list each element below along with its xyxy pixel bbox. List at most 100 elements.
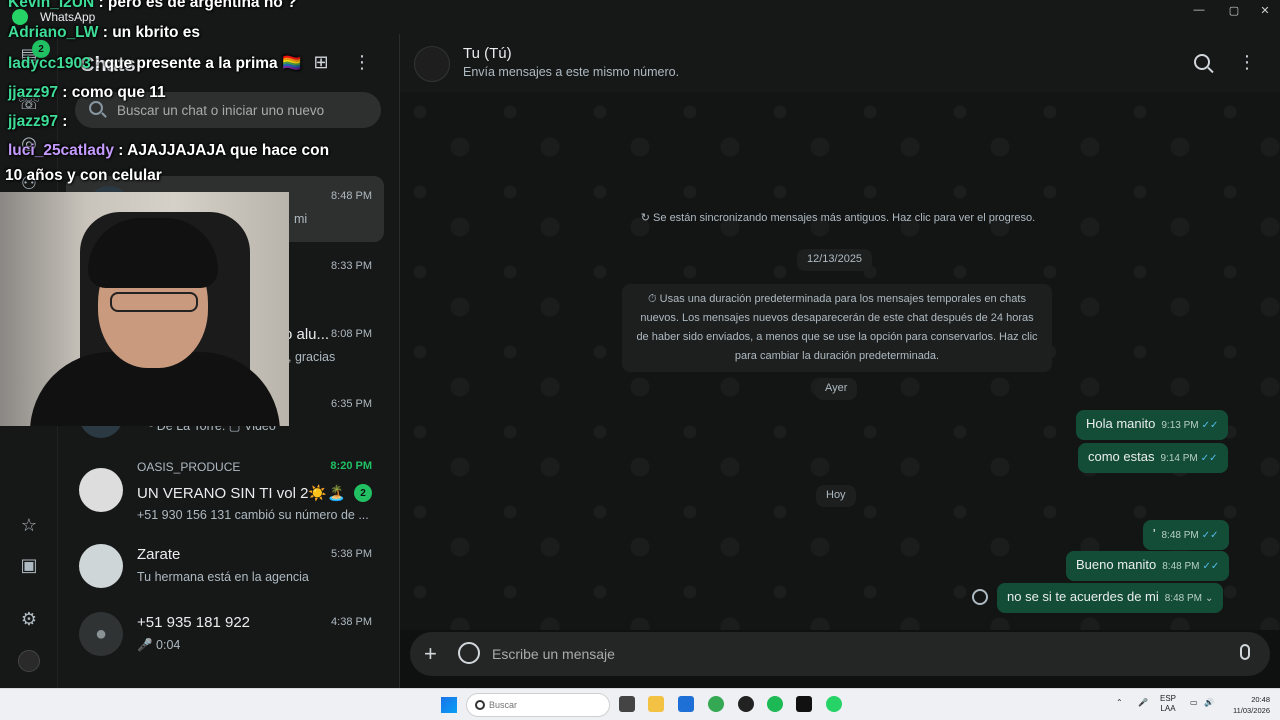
contact-name[interactable]: Tu (Tú) <box>463 45 512 62</box>
conversation-menu-icon[interactable]: ⋮ <box>1238 52 1256 73</box>
message-options-chevron-icon[interactable]: ⌄ <box>1205 593 1213 604</box>
group-avatar <box>79 468 123 512</box>
clock-time: 20:48 <box>1251 695 1270 704</box>
disappearing-messages-info[interactable]: ⏱ Usas una duración predeterminada para … <box>622 284 1052 372</box>
chat-row[interactable]: Zarate 5:38 PM Tu hermana está en la age… <box>58 534 384 600</box>
outgoing-message[interactable]: ' 8:48 PM ✓✓ <box>1143 520 1229 550</box>
taskbar-clock[interactable]: 20:48 11/03/2026 <box>1226 694 1270 716</box>
message-time: 9:14 PM <box>1160 453 1198 464</box>
chat-time: 8:20 PM <box>330 460 372 472</box>
message-time: 8:48 PM <box>1164 593 1202 604</box>
sticker-emoji-icon[interactable] <box>458 642 480 664</box>
file-explorer-icon[interactable] <box>648 696 664 712</box>
chrome-icon[interactable] <box>708 696 724 712</box>
media-gallery-icon[interactable]: ▣ <box>14 550 44 580</box>
tiktok-icon[interactable] <box>796 696 812 712</box>
chat-name: UN VERANO SIN TI vol 2☀️🏝️ <box>137 485 346 502</box>
default-user-icon: ● <box>79 612 123 656</box>
overlay-chat-line: Kevin_I2UN : pero es de argentina no ? <box>8 0 297 12</box>
chat-time: 8:08 PM <box>331 328 372 340</box>
clock-date: 11/03/2026 <box>1233 706 1270 715</box>
message-text: Bueno manito <box>1076 557 1157 572</box>
chat-name: Zarate <box>137 546 181 563</box>
taskbar-search[interactable] <box>466 693 610 717</box>
starred-icon[interactable]: ☆ <box>14 510 44 540</box>
outgoing-message[interactable]: Bueno manito 8:48 PM ✓✓ <box>1066 551 1230 581</box>
chat-time: 8:33 PM <box>331 260 372 272</box>
message-time: 8:48 PM <box>1161 530 1199 541</box>
attach-plus-icon[interactable]: + <box>424 641 437 667</box>
message-text: no se si te acuerdes de mi <box>1007 589 1159 604</box>
chat-time: 4:38 PM <box>331 616 372 628</box>
unread-count-badge: 2 <box>354 484 372 502</box>
overlay-username: jjazz97 <box>8 84 58 101</box>
overlay-username: Adriano_LW <box>8 24 99 41</box>
whatsapp-window: WhatsApp — ▢ ✕ ▤ 2 ☏ ◎ ⚇ ☆ ▣ ⚙ Chats ⊞ ⋮… <box>0 0 1280 688</box>
streamer-glasses <box>110 292 198 312</box>
maximize-button[interactable]: ▢ <box>1219 4 1249 18</box>
input-language[interactable]: ESP LAA <box>1160 694 1176 714</box>
chat-row[interactable]: OASIS_PRODUCE UN VERANO SIN TI vol 2☀️🏝️… <box>58 454 384 522</box>
contact-avatar[interactable] <box>414 46 450 82</box>
overlay-chat-line: jjazz97 : como que 11 <box>8 84 166 102</box>
store-icon[interactable] <box>678 696 694 712</box>
spotify-icon[interactable] <box>767 696 783 712</box>
overlay-message: 10 años y con celular <box>5 167 162 184</box>
date-divider: Hoy <box>816 485 856 507</box>
message-input[interactable] <box>492 632 1212 676</box>
microphone-icon[interactable] <box>1240 644 1250 660</box>
read-ticks-icon: ✓✓ <box>1201 530 1219 541</box>
chat-preview: +51 930 156 131 cambió su número de ... <box>137 508 369 522</box>
chat-time: 6:35 PM <box>331 398 372 410</box>
overlay-username: Kevin_I2UN <box>8 0 95 11</box>
search-messages-icon[interactable] <box>1194 54 1210 70</box>
obs-icon[interactable] <box>738 696 754 712</box>
conversation-header[interactable]: Tu (Tú) Envía mensajes a este mismo núme… <box>400 34 1280 92</box>
overlay-chat-line: Adriano_LW : un kbrito es <box>8 24 200 42</box>
lang-layout: LAA <box>1160 704 1176 713</box>
network-icon[interactable]: ▭ <box>1190 698 1198 707</box>
message-composer: + <box>410 632 1270 676</box>
tray-mic-icon[interactable]: 🎤 <box>1138 698 1148 707</box>
message-time: 9:13 PM <box>1161 420 1199 431</box>
lang-code: ESP <box>1160 694 1177 703</box>
minimize-button[interactable]: — <box>1184 4 1214 18</box>
close-button[interactable]: ✕ <box>1250 4 1280 18</box>
settings-gear-icon[interactable]: ⚙ <box>14 604 44 634</box>
chat-name: +51 935 181 922 <box>137 614 251 631</box>
chat-preview: Tu hermana está en la agencia <box>137 570 309 584</box>
stream-chat-overlay: Kevin_I2UN : pero es de argentina no ? A… <box>4 0 334 190</box>
webcam-overlay <box>0 192 289 426</box>
windows-start-icon[interactable] <box>441 697 457 713</box>
overlay-message: : que presente a la prima 🏳️‍🌈 <box>90 55 302 72</box>
reaction-emoji-icon[interactable] <box>972 589 988 605</box>
tray-chevron-icon[interactable]: ⌃ <box>1116 698 1123 707</box>
message-text: ' <box>1153 526 1156 541</box>
menu-kebab-icon[interactable]: ⋮ <box>352 52 372 78</box>
read-ticks-icon: ✓✓ <box>1200 453 1218 464</box>
profile-avatar[interactable] <box>18 650 40 672</box>
contact-subtitle: Envía mensajes a este mismo número. <box>463 65 680 79</box>
date-divider: 12/13/2025 <box>797 249 873 271</box>
message-time: 8:48 PM <box>1162 561 1200 572</box>
group-name: OASIS_PRODUCE <box>137 460 241 474</box>
outgoing-message[interactable]: no se si te acuerdes de mi 8:48 PM ⌄ <box>997 583 1224 613</box>
chat-row[interactable]: ● +51 935 181 922 4:38 PM 🎤 0:04 <box>58 602 384 668</box>
whatsapp-taskbar-icon[interactable] <box>826 696 842 712</box>
overlay-username: luci_25catlady <box>8 142 114 159</box>
conversation-panel: Tu (Tú) Envía mensajes a este mismo núme… <box>400 34 1280 688</box>
overlay-username: ladycc1903 <box>8 55 91 72</box>
outgoing-message[interactable]: como estas 9:14 PM ✓✓ <box>1078 443 1228 473</box>
outgoing-message[interactable]: Hola manito 9:13 PM ✓✓ <box>1076 410 1229 440</box>
overlay-chat-line: 10 años y con celular <box>5 167 162 185</box>
taskbar-search-input[interactable] <box>489 694 589 716</box>
read-ticks-icon: ✓✓ <box>1201 420 1219 431</box>
chat-preview: 🎤 0:04 <box>137 638 181 652</box>
task-view-icon[interactable] <box>619 696 635 712</box>
overlay-message: : <box>57 113 68 130</box>
sync-notice[interactable]: ↻ Se están sincronizando mensajes más an… <box>638 211 1038 224</box>
overlay-message: : un kbrito es <box>98 24 201 41</box>
message-text: como estas <box>1088 449 1155 464</box>
volume-icon[interactable]: 🔊 <box>1204 698 1214 707</box>
overlay-chat-line: luci_25catlady : AJAJJAJAJA que hace con <box>8 142 329 160</box>
